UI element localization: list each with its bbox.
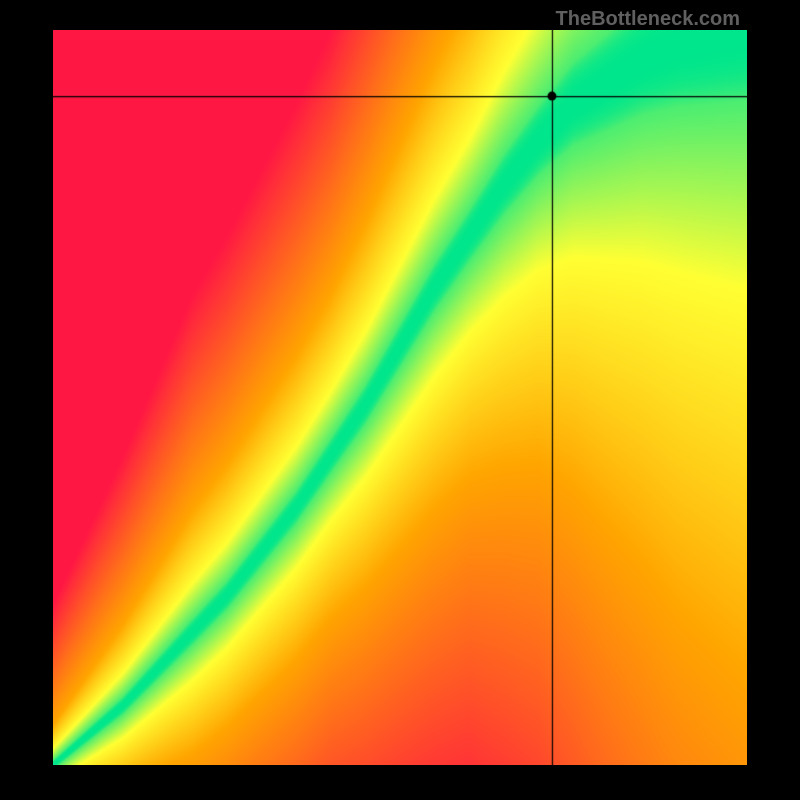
watermark-text: TheBottleneck.com — [556, 8, 740, 31]
chart-container: TheBottleneck.com — [0, 0, 800, 800]
bottleneck-heatmap — [53, 30, 747, 765]
